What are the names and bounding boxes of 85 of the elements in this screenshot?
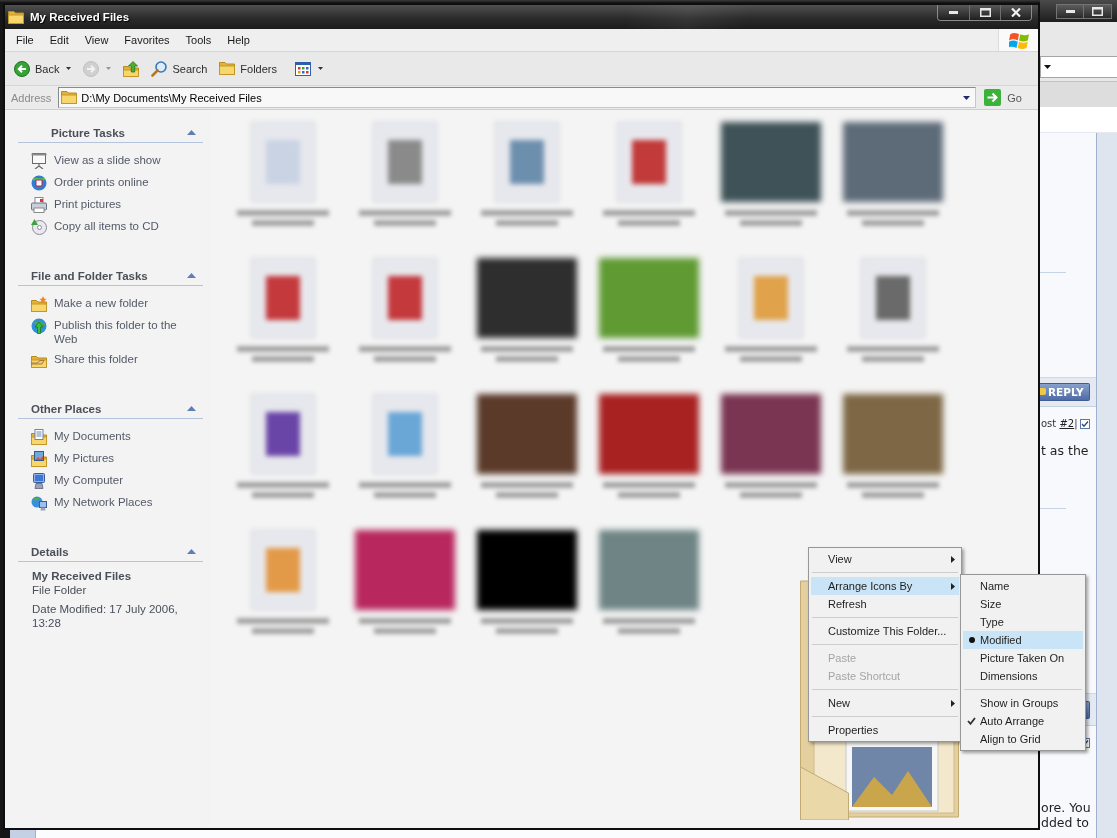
menu-item[interactable]: Dimensions <box>963 667 1083 685</box>
menu-item[interactable]: Type <box>963 613 1083 631</box>
folder-icon <box>219 62 236 75</box>
grid-icon <box>295 61 311 76</box>
task-link[interactable]: My Pictures <box>31 448 203 470</box>
disc-icon <box>31 219 47 235</box>
task-link[interactable]: Make a new folder <box>31 293 203 315</box>
menu-item[interactable]: View <box>76 29 117 51</box>
menu-item[interactable]: Favorites <box>116 29 178 51</box>
address-field[interactable] <box>1040 56 1117 78</box>
search-icon <box>151 60 168 77</box>
projector-screen-icon <box>31 153 47 169</box>
folder-picture-icon <box>31 451 47 467</box>
maximize-button[interactable] <box>969 5 1000 20</box>
pane-header[interactable]: Details <box>18 542 203 562</box>
post-number-label: ost #2| <box>1040 417 1078 431</box>
caret-down-icon <box>963 95 971 100</box>
search-button[interactable]: Search <box>147 55 212 82</box>
task-link[interactable]: Copy all items to CD <box>31 216 203 238</box>
printer-icon <box>31 197 47 213</box>
post-number-link[interactable]: #2 <box>1059 418 1075 429</box>
menu-item[interactable]: File <box>8 29 42 51</box>
task-link[interactable]: Publish this folder to the Web <box>31 315 203 349</box>
pane-header[interactable]: Other Places <box>18 399 203 419</box>
menu-item[interactable]: Name <box>963 577 1083 595</box>
close-button[interactable] <box>1000 5 1031 20</box>
menu-item[interactable]: New <box>811 694 959 712</box>
address-label: Address <box>11 91 52 104</box>
folder-icon <box>8 10 24 24</box>
menu-item[interactable]: Auto Arrange <box>963 712 1083 730</box>
menu-item[interactable]: Help <box>219 29 258 51</box>
reply-button[interactable]: REPLY <box>1040 383 1090 401</box>
post-text: t as the <box>1040 443 1090 458</box>
folder-name: My Received Files <box>32 569 133 583</box>
task-link[interactable]: Print pictures <box>31 194 203 216</box>
menu-item[interactable]: Tools <box>177 29 220 51</box>
folder-icon <box>61 91 78 104</box>
globe-arrow-icon <box>31 318 47 334</box>
minimize-button[interactable] <box>938 5 969 20</box>
minimize-icon <box>1065 10 1075 13</box>
task-link[interactable]: My Network Places <box>31 492 203 514</box>
arrow-right-icon <box>83 60 100 77</box>
menu-item[interactable]: Size <box>963 595 1083 613</box>
task-link[interactable]: Share this folder <box>31 349 203 371</box>
folder-up-icon <box>123 60 140 77</box>
window-title: My Received Files <box>30 11 130 23</box>
caret-down-icon <box>1044 65 1051 69</box>
close-icon <box>1011 8 1021 17</box>
menu-item[interactable]: Modified <box>963 631 1083 649</box>
maximize-icon <box>1092 7 1103 16</box>
menu-item[interactable]: Align to Grid <box>963 730 1083 748</box>
computer-icon <box>31 473 47 489</box>
minimize-button[interactable] <box>1056 4 1084 19</box>
menu-item[interactable]: Properties <box>811 721 959 739</box>
arrow-right-icon <box>984 89 1002 106</box>
modified-date: Date Modified: 17 July 2006, 13:28 <box>32 602 179 630</box>
post-text: ore. You dded to <box>1040 800 1092 830</box>
pane-header[interactable]: Picture Tasks <box>18 123 203 143</box>
task-link[interactable]: View as a slide show <box>31 150 203 172</box>
flag-logo-icon <box>1008 31 1029 49</box>
menu-item[interactable]: Refresh <box>811 595 959 613</box>
maximize-button[interactable] <box>1084 4 1112 19</box>
task-link[interactable]: My Computer <box>31 470 203 492</box>
pane-header[interactable]: File and Folder Tasks <box>18 266 203 286</box>
menu-item[interactable]: Picture Taken On <box>963 649 1083 667</box>
address-field[interactable]: D:\My Documents\My Received Files <box>58 87 977 108</box>
globe-photo-icon <box>31 175 47 191</box>
menu-item[interactable]: Edit <box>41 29 77 51</box>
task-link[interactable]: Order prints online <box>31 172 203 194</box>
folder-document-icon <box>31 429 47 445</box>
menu-item[interactable]: Show in Groups <box>963 694 1083 712</box>
menu-item[interactable]: Arrange Icons By <box>811 577 959 595</box>
minimize-icon <box>949 11 958 14</box>
folder-type: File Folder <box>32 583 88 597</box>
speech-bubble-icon <box>1040 387 1046 397</box>
maximize-icon <box>979 8 991 17</box>
arrow-left-icon <box>14 60 30 77</box>
folders-button[interactable]: Folders <box>215 55 281 82</box>
menu-item[interactable]: Customize This Folder... <box>811 622 959 640</box>
go-button[interactable]: Go <box>984 89 1022 106</box>
menu-item[interactable]: View <box>811 550 959 568</box>
back-button[interactable]: Back <box>10 55 76 82</box>
globe-computer-icon <box>31 495 47 511</box>
folder-star-icon <box>31 296 47 312</box>
task-link[interactable]: My Documents <box>31 426 203 448</box>
